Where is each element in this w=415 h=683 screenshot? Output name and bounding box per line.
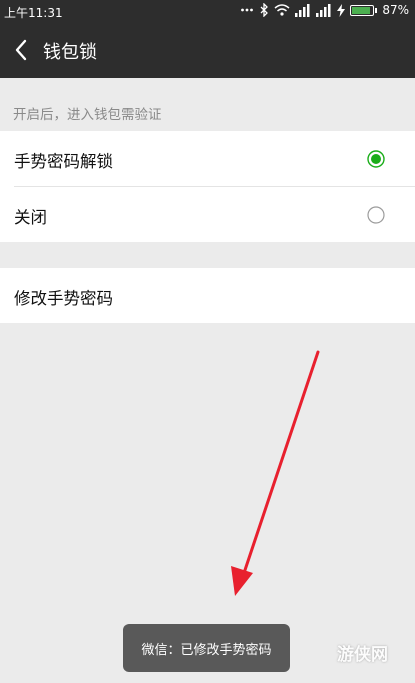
watermark-logo: 游侠网 (337, 645, 388, 665)
toast-text: 微信：已修改手势密码 (141, 642, 272, 658)
annotation-arrow (231, 350, 320, 596)
toast-message: 微信：已修改手势密码 (123, 624, 290, 672)
